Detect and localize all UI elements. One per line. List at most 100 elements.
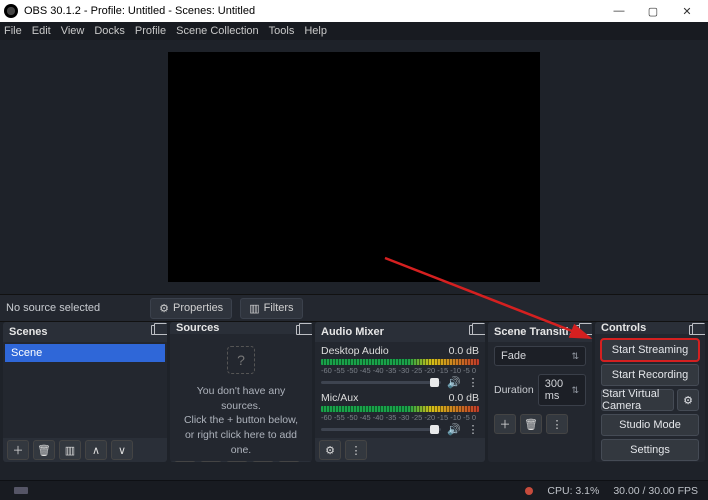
controls-header: Controls [595, 322, 705, 334]
sources-header: Sources [170, 322, 312, 334]
gear-icon: ⚙ [159, 302, 169, 315]
mixer-header: Audio Mixer [315, 322, 485, 342]
start-recording-button[interactable]: Start Recording [601, 364, 699, 386]
scene-down-button[interactable]: ∨ [111, 440, 133, 460]
popout-icon[interactable] [469, 325, 481, 338]
app-logo-icon [4, 4, 18, 18]
preview-area [0, 40, 708, 294]
sources-empty-2: Click the + button below, [180, 413, 302, 428]
controls-panel: Controls Start Streaming Start Recording… [595, 322, 705, 462]
controls-title: Controls [601, 322, 646, 334]
transitions-body: Fade ⇅ Duration 300 ms ⇅ ＋ 🗑 ⋮ [488, 342, 592, 462]
source-status-text: No source selected [6, 302, 100, 314]
db-scale: -60 -55 -50 -45 -40 -35 -30 -25 -20 -15 … [321, 413, 479, 422]
mixer-body: Desktop Audio 0.0 dB -60 -55 -50 -45 -40… [315, 342, 485, 438]
scene-add-button[interactable]: ＋ [7, 440, 29, 460]
filters-button[interactable]: ▥ Filters [240, 298, 302, 319]
sources-empty-1: You don't have any sources. [180, 384, 302, 413]
source-down-button[interactable]: ∨ [278, 461, 300, 462]
source-remove-button[interactable]: 🗑 [200, 461, 222, 462]
transitions-title: Scene Transiti… [494, 326, 580, 338]
statusbar: CPU: 3.1% 30.00 / 30.00 FPS [0, 480, 708, 500]
updown-icon: ⇅ [571, 385, 579, 396]
mixer-menu-button[interactable]: ⋮ [345, 440, 367, 460]
transition-selected: Fade [501, 350, 526, 362]
source-up-button[interactable]: ∧ [252, 461, 274, 462]
scenes-panel: Scenes Scene ＋ 🗑 ▥ ∧ ∨ [3, 322, 167, 462]
sources-title: Sources [176, 322, 219, 334]
channel-menu-button[interactable]: ⋮ [467, 423, 479, 436]
menu-scene-collection[interactable]: Scene Collection [176, 25, 259, 37]
scene-filter-button[interactable]: ▥ [59, 440, 81, 460]
preview-canvas[interactable] [168, 52, 540, 282]
cpu-stat: CPU: 3.1% [547, 485, 599, 497]
channel-name: Mic/Aux [321, 392, 358, 404]
sources-empty-3: or right click here to add one. [180, 428, 302, 457]
scenes-list[interactable]: Scene [3, 342, 167, 438]
scenes-footer: ＋ 🗑 ▥ ∧ ∨ [3, 438, 167, 462]
studio-mode-button[interactable]: Studio Mode [601, 414, 699, 436]
menu-profile[interactable]: Profile [135, 25, 166, 37]
popout-icon[interactable] [576, 325, 588, 338]
speaker-icon[interactable]: 🔊 [447, 376, 461, 389]
channel-db: 0.0 dB [449, 392, 479, 404]
source-toolbar: No source selected ⚙ Properties ▥ Filter… [0, 294, 708, 322]
close-button[interactable]: ✕ [670, 0, 704, 22]
transition-menu-button[interactable]: ⋮ [546, 414, 568, 434]
mixer-footer: ⚙ ⋮ [315, 438, 485, 462]
mixer-channel-desktop: Desktop Audio 0.0 dB -60 -55 -50 -45 -40… [315, 342, 485, 389]
sources-empty-text: You don't have any sources. Click the + … [170, 380, 312, 461]
source-properties-button[interactable]: ⚙ [226, 461, 248, 462]
titlebar: OBS 30.1.2 - Profile: Untitled - Scenes:… [0, 0, 708, 22]
scene-item[interactable]: Scene [5, 344, 165, 362]
controls-body: Start Streaming Start Recording Start Vi… [595, 334, 705, 462]
menu-docks[interactable]: Docks [94, 25, 125, 37]
sources-panel: Sources ? You don't have any sources. Cl… [170, 322, 312, 462]
speaker-icon[interactable]: 🔊 [447, 423, 461, 436]
menu-help[interactable]: Help [304, 25, 327, 37]
mixer-advanced-button[interactable]: ⚙ [319, 440, 341, 460]
channel-name: Desktop Audio [321, 345, 389, 357]
transition-select[interactable]: Fade ⇅ [494, 346, 586, 366]
menubar: File Edit View Docks Profile Scene Colle… [0, 22, 708, 40]
transitions-header: Scene Transiti… [488, 322, 592, 342]
volume-meter [321, 359, 479, 365]
filter-icon: ▥ [249, 302, 259, 315]
minimize-button[interactable]: — [602, 0, 636, 22]
mixer-title: Audio Mixer [321, 326, 384, 338]
popout-icon[interactable] [151, 325, 163, 338]
fps-stat: 30.00 / 30.00 FPS [613, 485, 698, 497]
db-scale: -60 -55 -50 -45 -40 -35 -30 -25 -20 -15 … [321, 366, 479, 375]
menu-file[interactable]: File [4, 25, 22, 37]
mixer-channel-mic: Mic/Aux 0.0 dB -60 -55 -50 -45 -40 -35 -… [315, 389, 485, 436]
menu-tools[interactable]: Tools [269, 25, 295, 37]
live-indicator-icon [525, 487, 533, 495]
source-add-button[interactable]: ＋ [174, 461, 196, 462]
scene-up-button[interactable]: ∧ [85, 440, 107, 460]
sources-list[interactable]: ? You don't have any sources. Click the … [170, 334, 312, 461]
properties-button[interactable]: ⚙ Properties [150, 298, 232, 319]
menu-edit[interactable]: Edit [32, 25, 51, 37]
scene-remove-button[interactable]: 🗑 [33, 440, 55, 460]
scenes-header: Scenes [3, 322, 167, 342]
duration-value: 300 ms [545, 378, 572, 402]
volume-slider[interactable] [321, 381, 441, 384]
transition-add-button[interactable]: ＋ [494, 414, 516, 434]
virtual-camera-settings-button[interactable]: ⚙ [677, 389, 699, 411]
transition-remove-button[interactable]: 🗑 [520, 414, 542, 434]
settings-button[interactable]: Settings [601, 439, 699, 461]
volume-meter [321, 406, 479, 412]
maximize-button[interactable]: ▢ [636, 0, 670, 22]
volume-slider[interactable] [321, 428, 441, 431]
menu-view[interactable]: View [61, 25, 85, 37]
duration-label: Duration [494, 384, 534, 396]
channel-db: 0.0 dB [449, 345, 479, 357]
audio-mixer-panel: Audio Mixer Desktop Audio 0.0 dB -60 -55… [315, 322, 485, 462]
properties-label: Properties [173, 302, 223, 314]
duration-input[interactable]: 300 ms ⇅ [538, 374, 586, 406]
start-virtual-camera-button[interactable]: Start Virtual Camera [601, 389, 674, 411]
sources-footer: ＋ 🗑 ⚙ ∧ ∨ [170, 461, 312, 462]
start-streaming-button[interactable]: Start Streaming [601, 339, 699, 361]
channel-menu-button[interactable]: ⋮ [467, 376, 479, 389]
dock-toggle-icon[interactable] [14, 487, 28, 494]
